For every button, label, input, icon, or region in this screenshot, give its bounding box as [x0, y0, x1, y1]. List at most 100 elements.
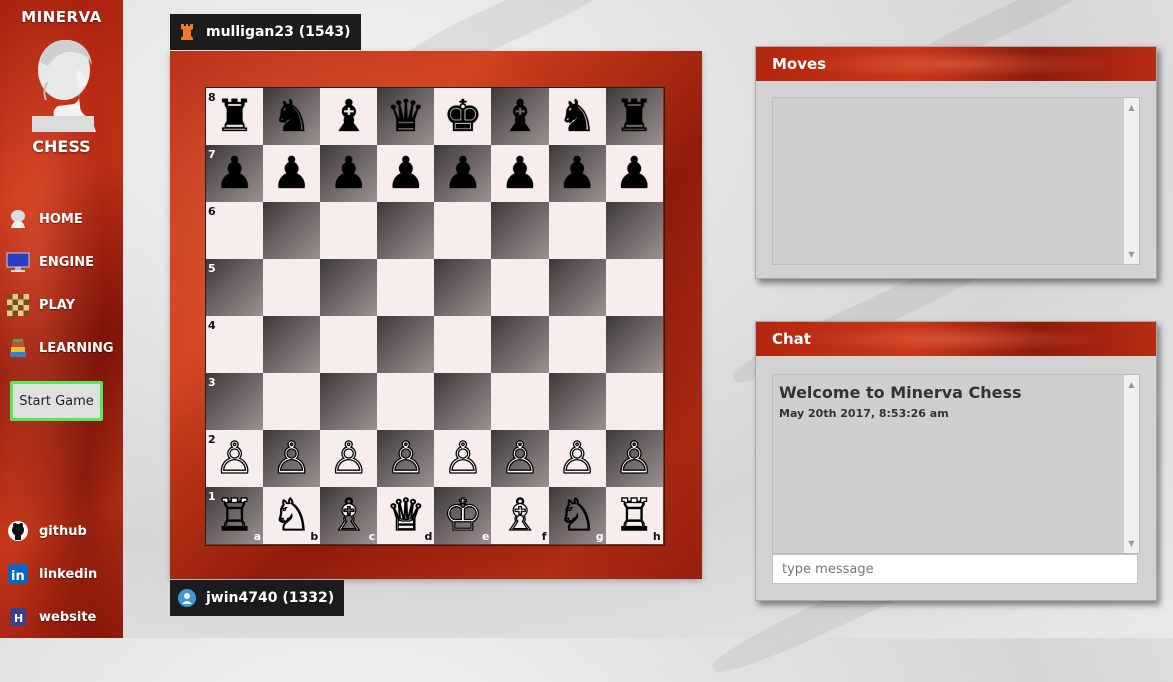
square-h4[interactable]: [605, 316, 663, 373]
chess-piece[interactable]: ♙: [271, 435, 312, 480]
square-e5[interactable]: [434, 259, 492, 316]
square-a3[interactable]: 3: [206, 373, 264, 430]
chess-piece[interactable]: ♙: [385, 435, 426, 480]
chess-piece[interactable]: ♜: [215, 94, 254, 139]
square-b5[interactable]: [263, 259, 321, 316]
chess-piece[interactable]: ♟: [557, 151, 596, 196]
chess-piece[interactable]: ♙: [614, 435, 655, 480]
square-b1[interactable]: b ♘: [263, 487, 321, 544]
square-b7[interactable]: ♟: [263, 145, 321, 202]
square-f3[interactable]: [491, 373, 549, 430]
square-h1[interactable]: h ♖: [605, 487, 663, 544]
nav-home[interactable]: HOME: [6, 206, 83, 232]
chessboard[interactable]: 8 ♜ ♞ ♝ ♛ ♚ ♝ ♞ ♜ 7 ♟ ♟ ♟ ♟ ♟ ♟ ♟ ♟ 6 5 4 3 2 ♙ ♙ ♙ ♙ ♙ ♙ ♙ ♙ 1 a ♖ b ♘ c ♗ d ♕…: [205, 87, 665, 546]
chess-piece[interactable]: ♙: [557, 435, 598, 480]
square-g5[interactable]: [548, 259, 606, 316]
square-d3[interactable]: [377, 373, 435, 430]
square-d5[interactable]: [377, 259, 435, 316]
square-c1[interactable]: c ♗: [320, 487, 378, 544]
square-f5[interactable]: [491, 259, 549, 316]
nav-play[interactable]: PLAY: [6, 292, 75, 318]
square-d2[interactable]: ♙: [377, 430, 435, 487]
chess-piece[interactable]: ♙: [443, 435, 484, 480]
chat-message-input[interactable]: [772, 554, 1138, 584]
square-g2[interactable]: ♙: [548, 430, 606, 487]
chess-piece[interactable]: ♙: [214, 435, 255, 480]
square-b3[interactable]: [263, 373, 321, 430]
square-a1[interactable]: 1 a ♖: [206, 487, 264, 544]
square-e3[interactable]: [434, 373, 492, 430]
moves-list[interactable]: ▲ ▼: [772, 97, 1140, 265]
square-a2[interactable]: 2 ♙: [206, 430, 264, 487]
square-c8[interactable]: ♝: [320, 88, 378, 145]
square-e2[interactable]: ♙: [434, 430, 492, 487]
chess-piece[interactable]: ♚: [443, 94, 482, 139]
chess-piece[interactable]: ♟: [443, 151, 482, 196]
square-f8[interactable]: ♝: [491, 88, 549, 145]
chess-piece[interactable]: ♝: [329, 94, 368, 139]
chess-piece[interactable]: ♟: [329, 151, 368, 196]
square-c3[interactable]: [320, 373, 378, 430]
chat-messages[interactable]: Welcome to Minerva Chess May 20th 2017, …: [772, 374, 1140, 554]
square-a5[interactable]: 5: [206, 259, 264, 316]
chess-piece[interactable]: ♔: [443, 492, 484, 537]
square-g3[interactable]: [548, 373, 606, 430]
start-game-button[interactable]: Start Game: [10, 381, 103, 421]
square-d6[interactable]: [377, 202, 435, 259]
chess-piece[interactable]: ♟: [272, 151, 311, 196]
square-c2[interactable]: ♙: [320, 430, 378, 487]
scroll-down-icon[interactable]: ▼: [1124, 247, 1139, 262]
website-link[interactable]: H website: [6, 604, 96, 630]
nav-engine[interactable]: ENGINE: [6, 249, 94, 275]
square-h6[interactable]: [605, 202, 663, 259]
square-c6[interactable]: [320, 202, 378, 259]
chess-piece[interactable]: ♝: [500, 94, 539, 139]
github-link[interactable]: github: [6, 518, 87, 544]
square-f6[interactable]: [491, 202, 549, 259]
chess-piece[interactable]: ♟: [500, 151, 539, 196]
chess-piece[interactable]: ♞: [272, 94, 311, 139]
square-e1[interactable]: e ♔: [434, 487, 492, 544]
nav-learning[interactable]: LEARNING: [6, 335, 114, 361]
chess-piece[interactable]: ♘: [557, 492, 598, 537]
square-c4[interactable]: [320, 316, 378, 373]
square-c7[interactable]: ♟: [320, 145, 378, 202]
chess-piece[interactable]: ♞: [557, 94, 596, 139]
square-a7[interactable]: 7 ♟: [206, 145, 264, 202]
square-g8[interactable]: ♞: [548, 88, 606, 145]
square-b4[interactable]: [263, 316, 321, 373]
square-h3[interactable]: [605, 373, 663, 430]
square-g4[interactable]: [548, 316, 606, 373]
square-d7[interactable]: ♟: [377, 145, 435, 202]
square-h8[interactable]: ♜: [605, 88, 663, 145]
square-b8[interactable]: ♞: [263, 88, 321, 145]
square-e8[interactable]: ♚: [434, 88, 492, 145]
square-a8[interactable]: 8 ♜: [206, 88, 264, 145]
square-f7[interactable]: ♟: [491, 145, 549, 202]
linkedin-link[interactable]: in linkedin: [6, 561, 97, 587]
square-e6[interactable]: [434, 202, 492, 259]
square-f1[interactable]: f ♗: [491, 487, 549, 544]
square-f4[interactable]: [491, 316, 549, 373]
chess-piece[interactable]: ♗: [328, 492, 369, 537]
chess-piece[interactable]: ♗: [500, 492, 541, 537]
square-h7[interactable]: ♟: [605, 145, 663, 202]
square-g7[interactable]: ♟: [548, 145, 606, 202]
square-h2[interactable]: ♙: [605, 430, 663, 487]
chess-piece[interactable]: ♖: [214, 492, 255, 537]
chess-piece[interactable]: ♟: [386, 151, 425, 196]
square-b6[interactable]: [263, 202, 321, 259]
square-a6[interactable]: 6: [206, 202, 264, 259]
square-d8[interactable]: ♛: [377, 88, 435, 145]
square-f2[interactable]: ♙: [491, 430, 549, 487]
chess-piece[interactable]: ♟: [215, 151, 254, 196]
square-e4[interactable]: [434, 316, 492, 373]
chess-piece[interactable]: ♖: [614, 492, 655, 537]
scroll-up-icon[interactable]: ▲: [1124, 100, 1139, 115]
chess-piece[interactable]: ♛: [386, 94, 425, 139]
chess-piece[interactable]: ♙: [328, 435, 369, 480]
square-g6[interactable]: [548, 202, 606, 259]
moves-scrollbar[interactable]: ▲ ▼: [1124, 98, 1139, 264]
chess-piece[interactable]: ♕: [385, 492, 426, 537]
square-h5[interactable]: [605, 259, 663, 316]
